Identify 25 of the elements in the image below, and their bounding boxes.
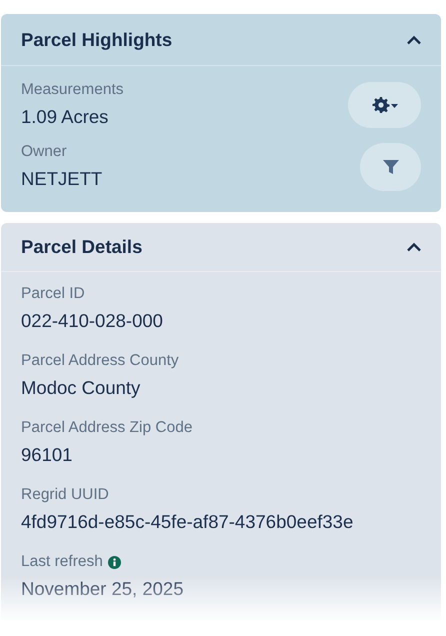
field-value: 1.09 Acres bbox=[21, 105, 110, 129]
info-icon[interactable] bbox=[108, 556, 121, 568]
field-value: 4fd9716d-e85c-45fe-af87-4376b0eef33e bbox=[21, 510, 354, 534]
field-label: Parcel Address Zip Code bbox=[21, 418, 192, 438]
field-value: 96101 bbox=[21, 443, 74, 467]
field-value: NETJETT bbox=[21, 167, 102, 191]
collapse-button[interactable] bbox=[406, 242, 422, 252]
field-value: November 25, 2025 bbox=[21, 577, 184, 601]
section-title: Parcel Details bbox=[21, 236, 142, 258]
filter-icon bbox=[382, 158, 400, 176]
field-label: Measurements bbox=[21, 80, 124, 100]
field-label: Parcel Address County bbox=[21, 351, 179, 371]
settings-menu-button[interactable] bbox=[348, 82, 421, 128]
field-label: Owner bbox=[21, 142, 67, 162]
chevron-icon bbox=[406, 242, 422, 252]
field-label: Last refresh bbox=[21, 552, 103, 572]
filter-button[interactable] bbox=[360, 143, 421, 191]
collapse-button[interactable] bbox=[406, 34, 422, 44]
field-value: 022-410-028-000 bbox=[21, 309, 163, 333]
gear-caret-icon bbox=[370, 95, 400, 115]
field-label: Parcel ID bbox=[21, 284, 85, 304]
field-label: Regrid UUID bbox=[21, 485, 109, 505]
chevron-icon bbox=[406, 34, 422, 44]
section-title: Parcel Highlights bbox=[21, 28, 172, 50]
field-value: Modoc County bbox=[21, 376, 142, 400]
